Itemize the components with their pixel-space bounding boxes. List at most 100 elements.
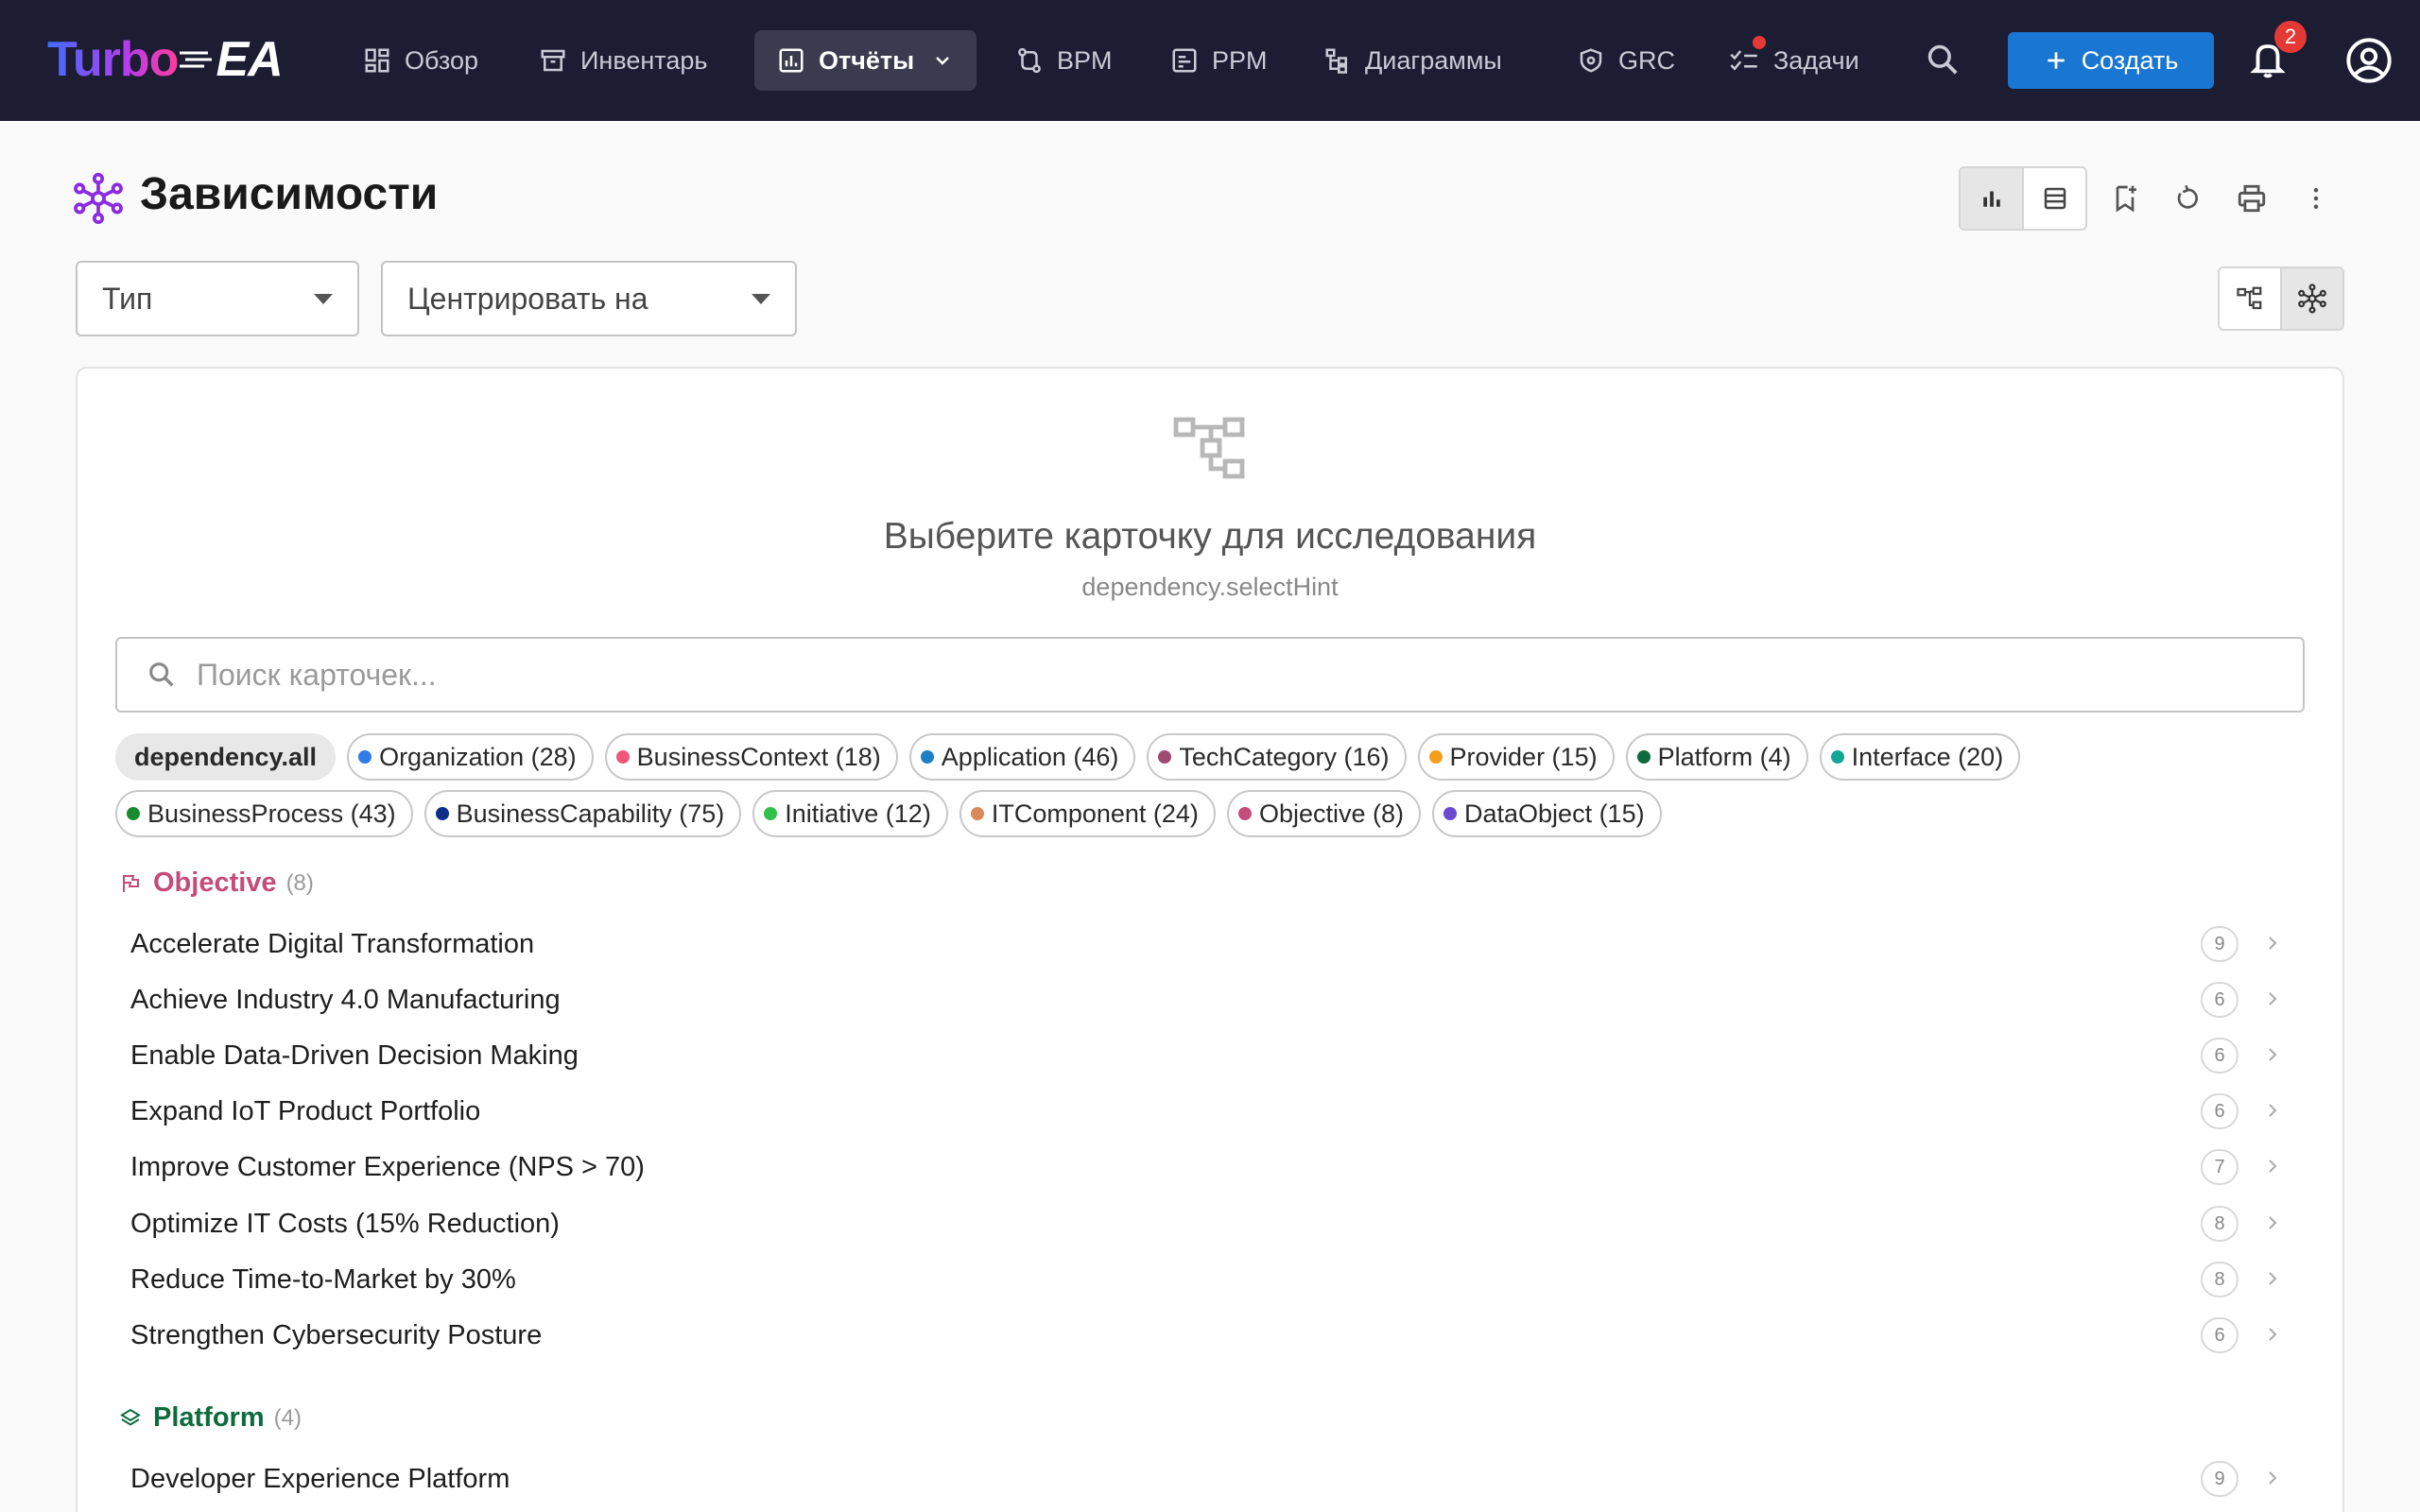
list-item[interactable]: Achieve Industry 4.0 Manufacturing 6 bbox=[115, 972, 2299, 1027]
tree-layout-toggle[interactable] bbox=[2220, 268, 2280, 329]
nav-item-label: PPM bbox=[1212, 45, 1268, 75]
nav-item-ppm[interactable]: PPM bbox=[1159, 30, 1279, 91]
list-item[interactable]: Developer Experience Platform 9 bbox=[115, 1452, 2299, 1506]
nav-item-tasks[interactable]: Задачи bbox=[1717, 30, 1871, 91]
reset-button[interactable] bbox=[2169, 180, 2206, 217]
top-navigation-bar: Turbo EA Обзор Инвентарь Отчёты BPM PPM … bbox=[0, 0, 2420, 121]
nav-item-label: BPM bbox=[1057, 45, 1113, 75]
filter-chip-interface[interactable]: Interface (20) bbox=[1819, 733, 2021, 781]
chevron-right-icon bbox=[2269, 1160, 2277, 1173]
card-name: Improve Customer Experience (NPS > 70) bbox=[130, 1151, 645, 1182]
notifications-count-badge: 2 bbox=[2274, 21, 2307, 53]
nav-item-overview[interactable]: Обзор bbox=[352, 30, 490, 91]
card-name: Optimize IT Costs (15% Reduction) bbox=[130, 1208, 560, 1239]
nav-item-reports[interactable]: Отчёты bbox=[754, 30, 977, 91]
user-avatar-icon bbox=[2346, 38, 2392, 83]
type-color-dot bbox=[1443, 807, 1457, 820]
card-name: Reduce Time-to-Market by 30% bbox=[130, 1263, 516, 1295]
list-item[interactable]: Optimize IT Costs (15% Reduction) 8 bbox=[115, 1196, 2299, 1251]
list-item[interactable]: Expand IoT Product Portfolio 6 bbox=[115, 1084, 2299, 1139]
nav-item-grc[interactable]: GRC bbox=[1565, 30, 1686, 91]
logo-ea-text: EA bbox=[216, 32, 283, 87]
filter-chip-platform[interactable]: Platform (4) bbox=[1625, 733, 1808, 781]
filter-chip-itcomponent[interactable]: ITComponent (24) bbox=[959, 790, 1216, 837]
card-name: Developer Experience Platform bbox=[130, 1463, 510, 1494]
task-checklist-icon bbox=[1730, 50, 1757, 71]
filter-chip-label: Organization (28) bbox=[379, 742, 577, 771]
table-view-toggle[interactable] bbox=[2022, 168, 2085, 229]
type-color-dot bbox=[615, 750, 630, 764]
hierarchy-placeholder-icon bbox=[1173, 417, 1245, 479]
search-icon bbox=[149, 662, 174, 687]
network-layout-toggle[interactable] bbox=[2280, 268, 2342, 329]
list-item[interactable]: Enable Data-Driven Decision Making 6 bbox=[115, 1028, 2299, 1083]
type-filter-chips-row-1: dependency.all Organization (28) Busines… bbox=[115, 733, 2318, 781]
filter-chip-organization[interactable]: Organization (28) bbox=[347, 733, 594, 781]
type-color-dot bbox=[1428, 750, 1443, 764]
filter-chip-objective[interactable]: Objective (8) bbox=[1226, 790, 1421, 837]
turbo-ea-logo[interactable]: Turbo EA bbox=[47, 28, 284, 91]
chevron-right-icon bbox=[2269, 1272, 2277, 1285]
chart-view-toggle[interactable] bbox=[1961, 168, 2022, 229]
filter-chip-businesscontext[interactable]: BusinessContext (18) bbox=[604, 733, 898, 781]
reset-icon bbox=[2177, 184, 2198, 209]
type-color-dot bbox=[1158, 750, 1172, 764]
nav-item-bpm[interactable]: BPM bbox=[1004, 30, 1124, 91]
project-portfolio-icon bbox=[1172, 48, 1197, 73]
relation-count-badge: 6 bbox=[2201, 1093, 2238, 1129]
card-search-input[interactable] bbox=[197, 657, 2182, 693]
flag-icon bbox=[123, 874, 139, 892]
chevron-right-icon bbox=[2269, 1328, 2277, 1341]
type-color-dot bbox=[1237, 807, 1252, 820]
more-options-button[interactable] bbox=[2297, 180, 2335, 217]
print-button[interactable] bbox=[2233, 180, 2271, 217]
type-select[interactable]: Тип bbox=[76, 261, 359, 336]
group-header-platform: Platform (4) bbox=[119, 1402, 302, 1434]
group-header-objective: Objective (8) bbox=[119, 868, 314, 899]
relation-count-badge: 6 bbox=[2201, 982, 2238, 1018]
filter-chip-dataobject[interactable]: DataObject (15) bbox=[1432, 790, 1662, 837]
filter-chip-initiative[interactable]: Initiative (12) bbox=[752, 790, 948, 837]
list-item[interactable]: Strengthen Cybersecurity Posture 6 bbox=[115, 1308, 2299, 1363]
tree-layout-icon bbox=[2237, 286, 2262, 310]
user-account-button[interactable] bbox=[2344, 36, 2394, 90]
list-item[interactable]: Improve Customer Experience (NPS > 70) 7 bbox=[115, 1140, 2299, 1194]
global-search-button[interactable] bbox=[1925, 42, 1961, 82]
type-color-dot bbox=[920, 750, 934, 764]
bookmark-add-button[interactable] bbox=[2106, 180, 2144, 217]
filter-chip-provider[interactable]: Provider (15) bbox=[1417, 733, 1615, 781]
dashboard-icon bbox=[365, 48, 389, 73]
graph-layout-toggle bbox=[2218, 266, 2344, 331]
list-item[interactable]: Reduce Time-to-Market by 30% 8 bbox=[115, 1252, 2299, 1307]
type-color-dot bbox=[970, 807, 984, 820]
list-item[interactable]: Accelerate Digital Transformation 9 bbox=[115, 917, 2299, 971]
filter-chip-techcategory[interactable]: TechCategory (16) bbox=[1147, 733, 1407, 781]
nav-item-diagrams[interactable]: Диаграммы bbox=[1312, 30, 1513, 91]
filter-chip-label: Objective (8) bbox=[1258, 799, 1404, 828]
dependency-network-icon bbox=[74, 172, 123, 225]
card-name: Accelerate Digital Transformation bbox=[130, 928, 535, 959]
filter-chip-label: Provider (15) bbox=[1449, 742, 1598, 771]
card-name: Achieve Industry 4.0 Manufacturing bbox=[130, 984, 561, 1015]
nav-item-inventory[interactable]: Инвентарь bbox=[527, 30, 718, 91]
dropdown-arrow-icon bbox=[314, 294, 333, 304]
relation-count-badge: 9 bbox=[2201, 926, 2238, 962]
nav-item-label: Отчёты bbox=[819, 45, 915, 75]
group-header-count: (8) bbox=[285, 869, 314, 896]
plus-icon bbox=[2048, 52, 2065, 69]
type-color-dot bbox=[1636, 750, 1651, 764]
chevron-right-icon bbox=[2269, 1471, 2277, 1485]
table-list-icon bbox=[2044, 187, 2066, 210]
filter-chip-businesscapability[interactable]: BusinessCapability (75) bbox=[424, 790, 742, 837]
filter-chip-label: BusinessContext (18) bbox=[636, 742, 881, 771]
filter-chip-all[interactable]: dependency.all bbox=[115, 733, 337, 781]
logo-turbo-text: Turbo bbox=[47, 32, 179, 87]
tasks-unread-dot bbox=[1753, 36, 1766, 49]
filter-chip-application[interactable]: Application (46) bbox=[908, 733, 1136, 781]
create-button[interactable]: Создать bbox=[2008, 32, 2214, 89]
center-on-select[interactable]: Центрировать на bbox=[381, 261, 797, 336]
nav-item-label: Диаграммы bbox=[1365, 45, 1502, 75]
chevron-right-icon bbox=[2269, 992, 2277, 1005]
filter-chip-businessprocess[interactable]: BusinessProcess (43) bbox=[115, 790, 413, 837]
create-button-label: Создать bbox=[2081, 45, 2179, 75]
